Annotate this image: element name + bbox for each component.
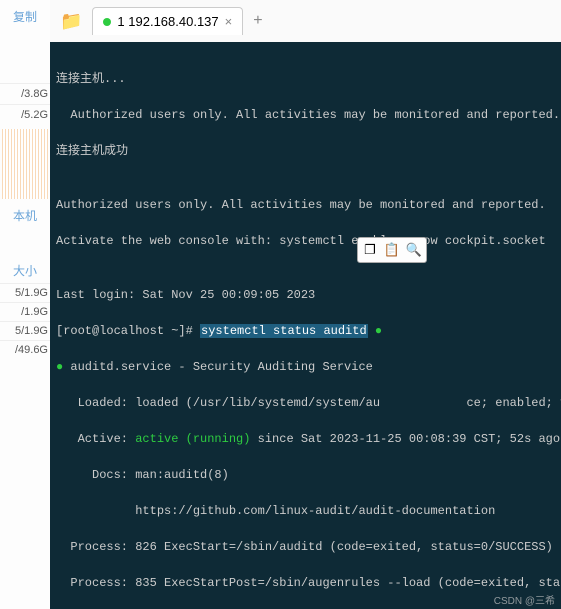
row-item: /5.2G [0, 104, 50, 125]
add-tab-icon[interactable]: + [243, 12, 272, 30]
prompt-line: [root@localhost ~]# systemctl status aud… [56, 322, 555, 340]
prompt: [root@localhost ~]# [56, 324, 193, 338]
local-label[interactable]: 本机 [0, 203, 50, 228]
search-icon[interactable]: 🔍 [404, 240, 424, 260]
active-status: active (running) [135, 432, 250, 446]
folder-icon[interactable]: 📁 [50, 11, 92, 32]
watermark: CSDN @三希 [494, 592, 555, 607]
term-line: Authorized users only. All activities ma… [56, 196, 555, 214]
term-line: Authorized users only. All activities ma… [56, 106, 555, 124]
floating-toolbox[interactable]: ❐ 📋 🔍 [357, 237, 427, 263]
session-tab[interactable]: 1 192.168.40.137 × [92, 7, 243, 35]
trailing-dot: ● [375, 324, 382, 338]
service-text: auditd.service - Security Auditing Servi… [70, 360, 372, 374]
copy-icon[interactable]: ❐ [360, 240, 380, 260]
bullet-icon: ● [56, 360, 63, 374]
active-prefix: Active: [56, 432, 135, 446]
close-icon[interactable]: × [225, 14, 233, 29]
sidebar-rows: /3.8G /5.2G [0, 33, 50, 125]
process-line: Process: 826 ExecStart=/sbin/auditd (cod… [56, 538, 555, 556]
docs-line: https://github.com/linux-audit/audit-doc… [56, 502, 555, 520]
term-line: 连接主机成功 [56, 142, 555, 160]
copy-label[interactable]: 复制 [0, 0, 50, 33]
tab-bar: 📁 1 192.168.40.137 × + [50, 0, 561, 43]
paste-icon[interactable]: 📋 [382, 240, 402, 260]
term-line: 连接主机... [56, 70, 555, 88]
size-header: 大小 [0, 258, 50, 283]
docs-line: Docs: man:auditd(8) [56, 466, 555, 484]
term-line: Activate the web console with: systemctl… [56, 232, 555, 250]
process-line: Process: 835 ExecStartPost=/sbin/augenru… [56, 574, 555, 592]
size-rows: 5/1.9G /1.9G 5/1.9G /49.6G [0, 283, 50, 359]
terminal[interactable]: 连接主机... Authorized users only. All activ… [50, 42, 561, 609]
active-suffix: since Sat 2023-11-25 00:08:39 CST; 52s a… [250, 432, 560, 446]
status-dot-icon [103, 18, 111, 26]
size-item: 5/1.9G [0, 321, 50, 340]
mini-chart [2, 129, 48, 199]
size-item: 5/1.9G [0, 283, 50, 302]
command-text: systemctl status auditd [200, 324, 368, 338]
sidebar: 复制 /3.8G /5.2G 本机 大小 5/1.9G /1.9G 5/1.9G… [0, 0, 51, 609]
term-line: Last login: Sat Nov 25 00:09:05 2023 [56, 286, 555, 304]
tab-title: 1 192.168.40.137 [117, 14, 218, 29]
size-item: /49.6G [0, 340, 50, 359]
loaded-line: Loaded: loaded (/usr/lib/systemd/system/… [56, 394, 555, 412]
size-item: /1.9G [0, 302, 50, 321]
active-line: Active: active (running) since Sat 2023-… [56, 430, 555, 448]
service-line: ● auditd.service - Security Auditing Ser… [56, 358, 555, 376]
row-item: /3.8G [0, 83, 50, 104]
